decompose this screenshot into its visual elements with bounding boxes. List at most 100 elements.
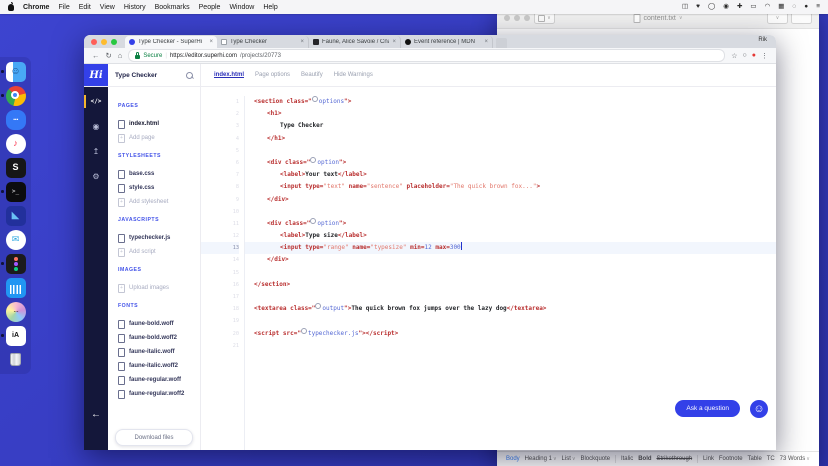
file-item[interactable]: faune-italic.woff — [118, 345, 200, 359]
code-line[interactable]: <input type="range" name="typesize" min=… — [245, 242, 776, 254]
shield-icon[interactable]: ♥ — [696, 4, 700, 11]
file-item[interactable]: faune-italic.woff2 — [118, 359, 200, 373]
dock-item-finder[interactable]: ☺ — [5, 61, 26, 82]
dock-item-chrome[interactable] — [5, 85, 26, 106]
code-line[interactable]: <label>Type size</label> — [245, 230, 776, 242]
code-line[interactable]: <input type="text" name="sentence" place… — [245, 181, 776, 193]
format-item-table[interactable]: Table — [747, 456, 761, 462]
menu-item-edit[interactable]: Edit — [79, 4, 91, 11]
add-item[interactable]: Add stylesheet — [118, 195, 200, 209]
menu-item-view[interactable]: View — [100, 4, 115, 11]
wifi-icon[interactable]: ◠ — [765, 4, 771, 11]
header-tab-beautify[interactable]: Beautify — [301, 72, 323, 78]
dock-item-figma[interactable] — [5, 253, 26, 274]
record-extension-icon[interactable]: ● — [752, 52, 756, 59]
minimize-button[interactable] — [514, 15, 520, 21]
format-item-footnote[interactable]: Footnote — [719, 456, 743, 462]
code-line[interactable]: </section> — [245, 279, 776, 291]
search-icon[interactable]: ◌ — [792, 4, 796, 11]
browser-tab[interactable]: Faune, Alice Savoie / Cnap× — [309, 36, 401, 48]
circle-icon[interactable]: ◯ — [708, 4, 715, 11]
plus-icon[interactable]: ✚ — [737, 4, 742, 11]
new-tab-button[interactable] — [496, 38, 507, 48]
menu-item-people[interactable]: People — [199, 4, 221, 11]
file-item[interactable]: style.css — [118, 181, 200, 195]
file-item[interactable]: faune-regular.woff2 — [118, 387, 200, 401]
zoom-button[interactable] — [524, 15, 530, 21]
code-line[interactable]: <label>Your text</label> — [245, 169, 776, 181]
bookmark-star-icon[interactable]: ☆ — [731, 52, 737, 60]
code-line[interactable]: </div> — [245, 194, 776, 206]
screen-icon[interactable]: ◫ — [682, 4, 688, 11]
preview-eye-icon[interactable]: ◉ — [84, 119, 108, 134]
code-line[interactable] — [245, 267, 776, 279]
code-line[interactable] — [245, 315, 776, 327]
siri-icon[interactable]: ● — [804, 4, 808, 11]
file-item[interactable]: base.css — [118, 167, 200, 181]
code-line[interactable]: <script src="typechecker.js"></script> — [245, 328, 776, 340]
extension-icon[interactable]: ○ — [743, 52, 747, 59]
format-item-tc[interactable]: TC — [767, 456, 775, 462]
add-item[interactable]: Add script — [118, 245, 200, 259]
file-item[interactable]: index.html — [118, 117, 200, 131]
file-item[interactable]: typechecker.js — [118, 231, 200, 245]
format-item-blockquote[interactable]: Blockquote — [580, 456, 610, 462]
dock-item-code[interactable]: ◣ — [5, 205, 26, 226]
apple-icon[interactable] — [8, 4, 14, 11]
code-view-icon[interactable]: </> — [84, 94, 108, 109]
ask-question-button[interactable]: Ask a question — [675, 400, 740, 417]
settings-gear-icon[interactable]: ⚙ — [84, 169, 108, 184]
format-item-heading-1[interactable]: Heading 1∨ — [525, 456, 557, 462]
code-line[interactable] — [245, 291, 776, 303]
code-line[interactable]: </h1> — [245, 133, 776, 145]
download-files-button[interactable]: Download files — [115, 429, 193, 446]
code-line[interactable]: <div class="option"> — [245, 218, 776, 230]
browser-tab[interactable]: Type Checker - SuperHi× — [125, 36, 217, 48]
dock-item-ia-writer[interactable]: iA — [5, 325, 26, 346]
tab-close-icon[interactable]: × — [392, 39, 396, 45]
code-line[interactable]: <div class="option"> — [245, 157, 776, 169]
dock-item-slack[interactable]: S — [5, 157, 26, 178]
back-arrow-button[interactable]: ← — [84, 409, 108, 420]
writer-document-title[interactable]: content.txt ∨ — [634, 14, 683, 23]
dock-item-stripes-app[interactable] — [5, 277, 26, 298]
menu-item-file[interactable]: File — [58, 4, 69, 11]
share-upload-icon[interactable]: ↥ — [84, 144, 108, 159]
code-line[interactable]: <textarea class="output">The quick brown… — [245, 303, 776, 315]
search-icon[interactable] — [186, 72, 193, 79]
keyboard-icon[interactable]: ▦ — [778, 4, 784, 11]
browser-tab[interactable]: Type Checker× — [217, 36, 309, 48]
header-tab-index.html[interactable]: index.html — [214, 72, 244, 78]
code-line[interactable]: Type Checker — [245, 120, 776, 132]
dock-item-mail[interactable]: ✉ — [5, 229, 26, 250]
dock-item-music[interactable]: ♪ — [5, 133, 26, 154]
code-line[interactable]: <h1> — [245, 108, 776, 120]
code-line[interactable]: <section class="options"> — [245, 96, 776, 108]
dock-item-palette-app[interactable]: ··· — [5, 301, 26, 322]
close-button[interactable] — [504, 15, 510, 21]
dock-item-messages[interactable]: ··· — [5, 109, 26, 130]
home-button[interactable]: ⌂ — [118, 52, 123, 60]
menu-item-chrome[interactable]: Chrome — [23, 4, 49, 11]
tab-close-icon[interactable]: × — [300, 39, 304, 45]
add-item[interactable]: Add page — [118, 131, 200, 145]
format-item-strikethrough[interactable]: Strikethrough — [656, 456, 692, 462]
menu-item-help[interactable]: Help — [263, 4, 277, 11]
format-item-bold[interactable]: Bold — [638, 456, 651, 462]
tab-close-icon[interactable]: × — [484, 39, 488, 45]
menu-item-bookmarks[interactable]: Bookmarks — [155, 4, 190, 11]
menu-item-history[interactable]: History — [124, 4, 146, 11]
tab-close-icon[interactable]: × — [209, 39, 213, 45]
code-line[interactable] — [245, 340, 776, 352]
profile-name[interactable]: Rik — [758, 37, 767, 43]
menu-list-icon[interactable]: ≡ — [816, 4, 820, 11]
file-item[interactable]: faune-regular.woff — [118, 373, 200, 387]
browser-tab[interactable]: Event reference | MDN× — [401, 36, 493, 48]
kebab-menu-icon[interactable]: ⋮ — [761, 52, 768, 60]
file-item[interactable]: faune-bold.woff — [118, 317, 200, 331]
minimize-button[interactable] — [101, 39, 107, 45]
dock-item-trash[interactable] — [5, 349, 26, 370]
display-icon[interactable]: ▭ — [750, 4, 756, 11]
code-editor[interactable]: 123456789101112131415161718192021 <secti… — [201, 87, 776, 450]
superhi-logo[interactable]: Hi — [84, 64, 108, 86]
